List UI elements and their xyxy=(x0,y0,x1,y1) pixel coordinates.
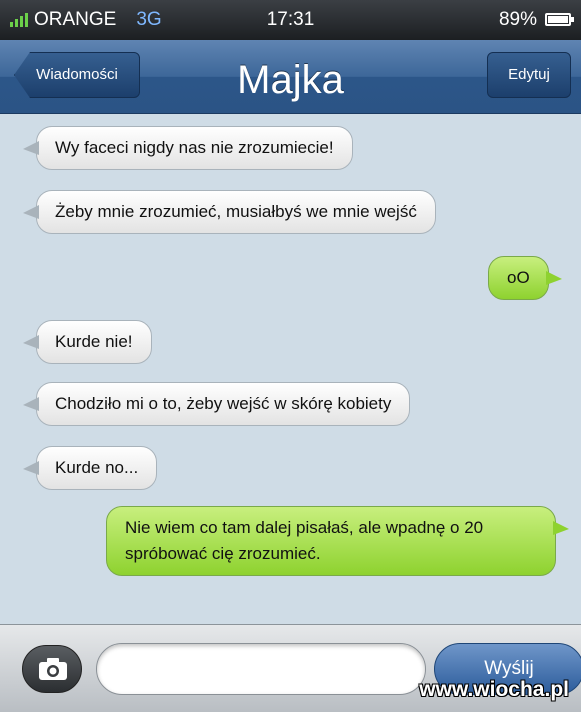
camera-button[interactable] xyxy=(22,645,82,693)
status-time: 17:31 xyxy=(266,9,315,30)
message-bubble-incoming: Wy faceci nigdy nas nie zrozumiecie! xyxy=(23,126,353,170)
message-input[interactable] xyxy=(96,643,426,695)
message-bubble-outgoing: oO xyxy=(488,256,562,300)
message-bubble-incoming: Kurde no... xyxy=(22,446,158,490)
compose-bar: Wyślij www.wiocha.pl xyxy=(0,624,581,712)
message-bubble-incoming: Żeby mnie zrozumieć, musiałbyś we mnie w… xyxy=(23,190,436,234)
battery-icon xyxy=(545,13,574,26)
camera-icon xyxy=(39,658,67,680)
watermark: www.wiocha.pl xyxy=(419,678,569,701)
message-bubble-incoming: Kurde nie! xyxy=(23,320,152,364)
navigation-bar: Wiadomości Majka Edytuj xyxy=(0,40,581,114)
status-bar: ORANGE 3G 17:31 89% xyxy=(0,0,581,40)
message-list[interactable]: Wy faceci nigdy nas nie zrozumiecie! Żeb… xyxy=(0,114,581,624)
message-bubble-incoming: Chodziło mi o to, żeby wejść w skórę kob… xyxy=(22,382,411,426)
message-bubble-outgoing: Nie wiem co tam dalej pisałaś, ale wpadn… xyxy=(106,506,569,576)
edit-button[interactable]: Edytuj xyxy=(487,52,571,98)
battery-fill xyxy=(548,16,568,23)
battery-percent: 89% xyxy=(498,9,537,30)
